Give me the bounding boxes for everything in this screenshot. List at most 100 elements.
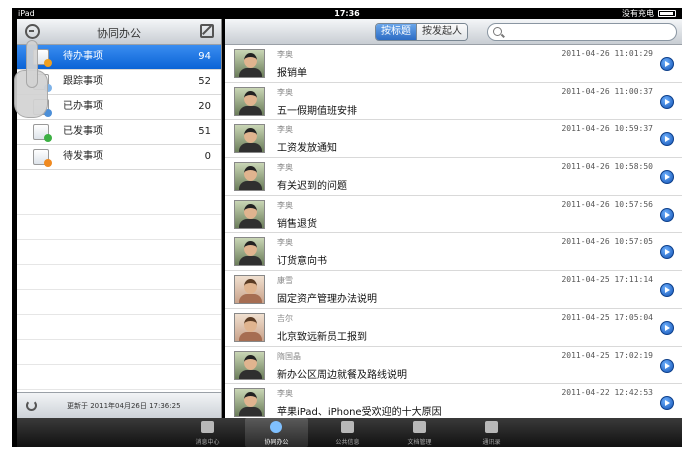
tab-label: 协同办公 (264, 439, 289, 446)
detail-disclosure-icon[interactable] (660, 132, 674, 147)
sent-doc-icon (33, 124, 52, 142)
message-subject: 苹果iPad、iPhone受欢迎的十大原因 (277, 407, 442, 419)
segment-by-title[interactable]: 按标题 (376, 24, 416, 40)
tap-gesture-hand-icon (14, 40, 50, 120)
avatar (234, 162, 265, 192)
message-time: 2011-04-26 11:00:37 (561, 86, 653, 96)
tab-public-info[interactable]: 公共信息 (316, 418, 379, 447)
collaboration-icon (270, 421, 282, 433)
message-sender: 李奥 (277, 163, 293, 173)
sidebar-item-to-send[interactable]: 待发事项 0 (17, 145, 221, 170)
message-row[interactable]: 李奥有关迟到的问题 2011-04-26 10:58:50 (225, 158, 682, 196)
message-time: 2011-04-26 11:01:29 (561, 49, 653, 58)
tab-bar: 消息中心 协同办公 公共信息 文档管理 通讯录 (17, 418, 682, 447)
tab-contacts[interactable]: 通讯录 (460, 418, 523, 447)
tab-message-center[interactable]: 消息中心 (176, 418, 239, 447)
sort-segmented-control: 按标题 按发起人 (375, 23, 468, 41)
avatar (234, 237, 265, 267)
segment-by-sender[interactable]: 按发起人 (416, 24, 467, 40)
sidebar-item-count: 20 (198, 101, 211, 112)
message-time: 2011-04-25 17:02:19 (561, 350, 653, 360)
message-sender: 李奥 (277, 87, 293, 97)
message-row[interactable]: 李奥苹果iPad、iPhone受欢迎的十大原因 2011-04-22 12:42:… (225, 384, 682, 422)
sidebar-item-count: 94 (198, 51, 211, 62)
sidebar-item-label: 已发事项 (63, 126, 103, 137)
message-row[interactable]: 李奥 订货意向书 2011-04-26 10:57:05 (225, 233, 682, 272)
public-info-icon (341, 421, 354, 433)
refresh-icon[interactable] (26, 400, 37, 411)
tosend-doc-icon (33, 149, 52, 167)
tab-documents[interactable]: 文档管理 (388, 418, 451, 447)
message-list-panel: 按标题 按发起人 李奥 报销单 2011-04-26 11:01:29 李奥 五一假期值… (225, 19, 682, 422)
message-time: 2011-04-26 10:59:37 (561, 124, 653, 134)
message-row[interactable]: 李奥工资发放通知 2011-04-26 10:59:37 (225, 120, 682, 159)
message-sender: 吉尔 (277, 313, 293, 323)
tab-label: 消息中心 (195, 439, 220, 446)
message-row[interactable]: 吉尔北京致远新员工报到 2011-04-25 17:05:04 (225, 309, 682, 347)
sidebar-item-label: 已办事项 (63, 101, 103, 112)
avatar (234, 199, 265, 229)
sidebar-item-count: 51 (198, 126, 211, 137)
message-row[interactable]: 隋国晶新办公区周边就餐及路线说明 2011-04-25 17:02:19 (225, 347, 682, 385)
detail-disclosure-icon[interactable] (660, 94, 674, 109)
sidebar-item-label: 待发事项 (63, 151, 103, 162)
detail-disclosure-icon[interactable] (660, 170, 674, 185)
tab-collaboration[interactable]: 协同办公 (245, 418, 308, 447)
message-row[interactable]: 康雪 固定资产管理办法说明 2011-04-25 17:11:14 (225, 271, 682, 309)
message-list: 李奥 报销单 2011-04-26 11:01:29 李奥 五一假期值班安排 2011-0… (225, 45, 682, 422)
detail-disclosure-icon[interactable] (660, 57, 674, 71)
sidebar-footer: 更新于 2011年04月26日 17:36:25 (17, 392, 221, 418)
list-header: 按标题 按发起人 (225, 19, 682, 45)
message-time: 2011-04-25 17:05:04 (561, 312, 653, 322)
message-sender: 李奥 (277, 238, 293, 248)
detail-disclosure-icon[interactable] (660, 245, 674, 260)
clock: 17:36 (334, 9, 360, 18)
tab-label: 公共信息 (335, 439, 360, 446)
message-subject: 五一假期值班安排 (277, 105, 357, 117)
contacts-icon (485, 421, 498, 433)
avatar (234, 312, 265, 342)
message-sender: 李奥 (277, 50, 293, 59)
message-subject: 报销单 (277, 68, 307, 79)
message-subject: 固定资产管理办法说明 (277, 294, 377, 306)
detail-disclosure-icon[interactable] (660, 283, 674, 298)
message-row[interactable]: 李奥 销售退货 2011-04-26 10:57:56 (225, 196, 682, 234)
sidebar-item-label: 跟踪事项 (63, 76, 103, 87)
message-time: 2011-04-26 10:57:56 (561, 199, 653, 209)
message-subject: 有关迟到的问题 (277, 181, 347, 193)
message-sender: 康雪 (277, 276, 293, 286)
search-icon (493, 27, 502, 36)
message-time: 2011-04-26 10:58:50 (561, 162, 653, 172)
last-updated-text: 更新于 2011年04月26日 17:36:25 (67, 402, 181, 410)
sidebar-empty-rows (17, 190, 221, 411)
search-input[interactable] (487, 23, 677, 41)
avatar (234, 388, 265, 418)
sidebar-title: 协同办公 (97, 27, 141, 40)
message-subject: 新办公区周边就餐及路线说明 (277, 369, 407, 381)
message-sender: 李奥 (277, 200, 293, 210)
detail-disclosure-icon[interactable] (660, 320, 674, 335)
message-row[interactable]: 李奥五一假期值班安排 2011-04-26 11:00:37 (225, 83, 682, 121)
detail-disclosure-icon[interactable] (660, 207, 674, 222)
message-sender: 李奥 (277, 125, 293, 135)
sidebar-item-label: 待办事项 (63, 51, 103, 62)
tab-label: 文档管理 (407, 439, 432, 446)
message-subject: 订货意向书 (277, 256, 327, 268)
tab-label: 通讯录 (482, 439, 501, 446)
sidebar-item-sent[interactable]: 已发事项 51 (17, 120, 221, 145)
detail-disclosure-icon[interactable] (660, 396, 674, 411)
message-sender: 隋国晶 (277, 351, 301, 361)
message-subject: 工资发放通知 (277, 143, 337, 155)
battery-icon (658, 10, 676, 17)
sidebar-item-count: 52 (198, 76, 211, 87)
message-time: 2011-04-22 12:42:53 (561, 388, 653, 398)
avatar (234, 275, 265, 305)
message-row[interactable]: 李奥报销单 2011-04-26 11:01:29 (225, 45, 682, 83)
compose-icon[interactable] (200, 24, 214, 38)
avatar (234, 86, 265, 116)
avatar (234, 350, 265, 380)
message-sender: 李奥 (277, 389, 293, 399)
detail-disclosure-icon[interactable] (660, 358, 674, 373)
message-subject: 北京致远新员工报到 (277, 331, 367, 343)
document-icon (413, 421, 426, 433)
